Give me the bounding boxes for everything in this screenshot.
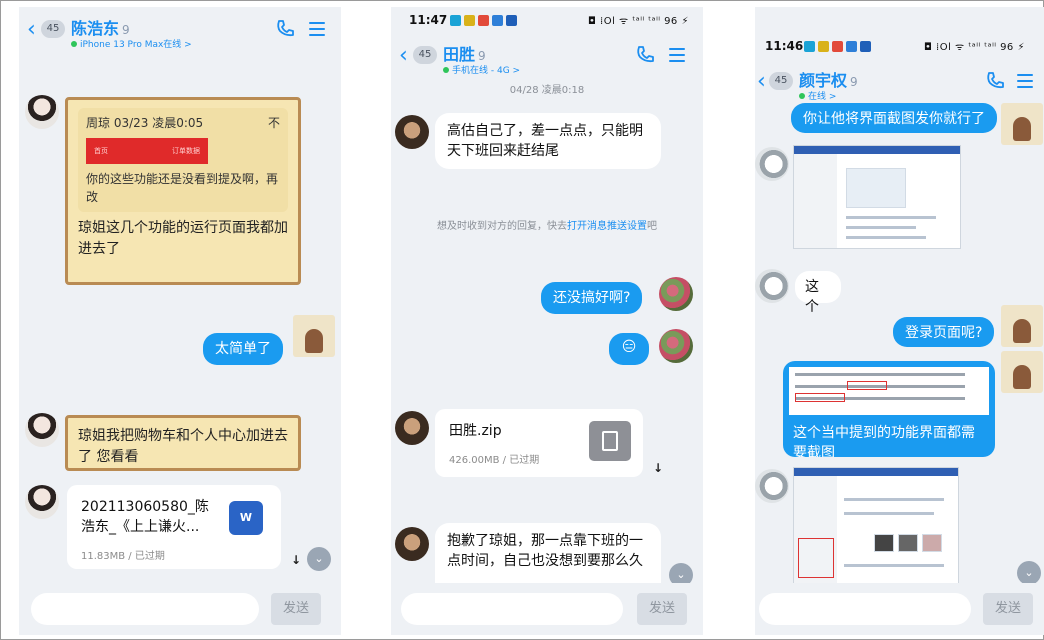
document-image: [789, 367, 989, 415]
quote-header: 周琼 03/23 凌晨0:05: [86, 116, 204, 130]
quoted-screenshot: 首页 订单数据: [86, 138, 208, 164]
avatar[interactable]: [1001, 103, 1043, 145]
download-icon[interactable]: ↓: [291, 553, 301, 567]
zip-file-icon: [589, 421, 631, 461]
avatar[interactable]: [25, 485, 59, 519]
avatar[interactable]: [755, 269, 789, 303]
online-dot-icon: [71, 41, 77, 47]
signature-icon: 9: [850, 75, 858, 89]
chat-panel-tian: 11:47 ◘ ⁞Ol ᯤ ᵗᵃˡˡ ᵗᵃˡˡ 96 ⚡ ‹ 45 田胜 9 手机…: [391, 7, 703, 635]
menu-icon[interactable]: [1017, 74, 1033, 88]
file-card[interactable]: 田胜.zip 426.00MB / 已过期: [435, 409, 643, 477]
incoming-message[interactable]: 高估自己了，差一点点，只能明天下班回来赶结尾: [435, 113, 661, 169]
phone-call-icon[interactable]: [985, 71, 1005, 91]
back-arrow-icon[interactable]: ‹: [757, 69, 766, 94]
scroll-message-bubble[interactable]: 周琼 03/23 凌晨0:05 不 首页 订单数据 你的这些功能还是没看到提及啊，再…: [65, 97, 301, 285]
outgoing-message[interactable]: 还没搞好啊?: [541, 282, 643, 314]
back-arrow-icon[interactable]: ‹: [27, 17, 36, 42]
avatar[interactable]: [659, 329, 693, 363]
menu-icon[interactable]: [669, 48, 685, 62]
scroll-down-icon[interactable]: ⌄: [1017, 561, 1041, 585]
send-button[interactable]: 发送: [637, 593, 687, 625]
online-dot-icon: [443, 67, 449, 73]
status-bar: 11:47 ◘ ⁞Ol ᯤ ᵗᵃˡˡ ᵗᵃˡˡ 96 ⚡: [391, 7, 703, 33]
chat-panel-chen: ‹ 45 陈浩东 9 iPhone 13 Pro Max在线 > 周琼 03/23…: [19, 7, 341, 635]
quoted-message[interactable]: 周琼 03/23 凌晨0:05 不 首页 订单数据 你的这些功能还是没看到提及啊，再…: [78, 108, 288, 212]
unread-badge[interactable]: 45: [769, 72, 793, 90]
unread-badge[interactable]: 45: [413, 46, 437, 64]
chat-header: ‹ 45 田胜 9 手机在线 - 4G >: [391, 37, 703, 77]
chat-panel-yan: 11:46 ◘ ⁞Ol ᯤ ᵗᵃˡˡ ᵗᵃˡˡ 96 ⚡ ‹ 45 颜宇权 9 在…: [755, 7, 1044, 635]
message-input[interactable]: [759, 593, 971, 625]
screenshot-frame: ‹ 45 陈浩东 9 iPhone 13 Pro Max在线 > 周琼 03/23…: [0, 0, 1044, 640]
file-name: 202113060580_陈浩东_《上上谦火...: [81, 499, 209, 535]
quote-text: 你的这些功能还是没看到提及啊，再改: [86, 172, 279, 204]
message-text: 琼姐这几个功能的运行页面我都加进去了: [78, 220, 288, 257]
online-status: 手机在线 - 4G >: [443, 63, 520, 76]
avatar[interactable]: [25, 413, 59, 447]
avatar[interactable]: [395, 115, 429, 149]
message-input[interactable]: [401, 593, 623, 625]
word-file-icon: W: [229, 501, 263, 535]
menu-icon[interactable]: [309, 22, 325, 36]
message-input[interactable]: [31, 593, 259, 625]
screenshot-image[interactable]: [793, 467, 959, 595]
input-bar: 发送: [391, 583, 703, 635]
signature-icon: 9: [478, 49, 486, 63]
notification-icons: [447, 14, 517, 28]
system-status: ◘ ⁞Ol ᯤ ᵗᵃˡˡ ᵗᵃˡˡ 96 ⚡: [923, 42, 1025, 53]
contact-name[interactable]: 田胜 9: [443, 41, 486, 65]
online-status: 在线 >: [799, 89, 836, 102]
avatar[interactable]: [659, 277, 693, 311]
contact-name[interactable]: 颜宇权 9: [799, 67, 858, 91]
send-button[interactable]: 发送: [271, 593, 321, 625]
avatar[interactable]: [293, 315, 335, 357]
timestamp: 04/28 凌晨0:18: [509, 85, 585, 96]
push-setting-tip: 想及时收到对方的回复，快去打开消息推送设置吧: [437, 221, 657, 232]
online-dot-icon: [799, 93, 805, 99]
screenshot-image[interactable]: [793, 145, 961, 249]
avatar[interactable]: [755, 469, 789, 503]
send-button[interactable]: 发送: [983, 593, 1033, 625]
avatar[interactable]: [1001, 305, 1043, 347]
push-setting-link[interactable]: 打开消息推送设置: [567, 221, 647, 232]
back-arrow-icon[interactable]: ‹: [399, 43, 408, 68]
quote-close: 不: [267, 116, 280, 130]
file-card[interactable]: 202113060580_陈浩东_《上上谦火... 11.83MB / 已过期 …: [67, 485, 281, 569]
avatar[interactable]: [755, 147, 789, 181]
unread-badge[interactable]: 45: [41, 20, 65, 38]
input-bar: 发送: [755, 583, 1044, 635]
chat-header: ‹ 45 陈浩东 9 iPhone 13 Pro Max在线 >: [19, 11, 341, 51]
outgoing-message[interactable]: 太简单了: [203, 333, 283, 365]
scroll-down-icon[interactable]: ⌄: [307, 547, 331, 571]
incoming-message[interactable]: 这个: [795, 271, 841, 315]
system-status: ◘ ⁞Ol ᯤ ᵗᵃˡˡ ᵗᵃˡˡ 96 ⚡: [587, 16, 689, 27]
outgoing-message[interactable]: 登录页面呢?: [893, 317, 995, 347]
phone-call-icon[interactable]: [635, 45, 655, 65]
clock: 11:47: [409, 13, 448, 27]
contact-name[interactable]: 陈浩东 9: [71, 15, 130, 39]
outgoing-message[interactable]: 你让他将界面截图发你就行了: [791, 103, 997, 133]
file-meta: 11.83MB / 已过期: [81, 551, 165, 562]
status-bar: 11:46 ◘ ⁞Ol ᯤ ᵗᵃˡˡ ᵗᵃˡˡ 96 ⚡: [755, 33, 1044, 59]
message-text: 这个当中提到的功能界面都需要截图: [793, 425, 975, 457]
avatar[interactable]: [25, 95, 59, 129]
chat-header: ‹ 45 颜宇权 9 在线 >: [755, 63, 1044, 103]
scroll-message-bubble[interactable]: 琼姐我把购物车和个人中心加进去了 您看看: [65, 415, 301, 471]
avatar[interactable]: [395, 411, 429, 445]
download-icon[interactable]: ↓: [653, 461, 663, 475]
clock: 11:46: [765, 39, 804, 53]
document-image-message[interactable]: 这个当中提到的功能界面都需要截图: [783, 361, 995, 457]
avatar[interactable]: [395, 527, 429, 561]
notification-icons: [801, 40, 871, 54]
online-status: iPhone 13 Pro Max在线 >: [71, 37, 192, 50]
avatar[interactable]: [1001, 351, 1043, 393]
input-bar: 发送: [19, 583, 341, 635]
phone-call-icon[interactable]: [275, 19, 295, 39]
signature-icon: 9: [122, 23, 130, 37]
outgoing-emoji[interactable]: 😑: [609, 333, 649, 365]
